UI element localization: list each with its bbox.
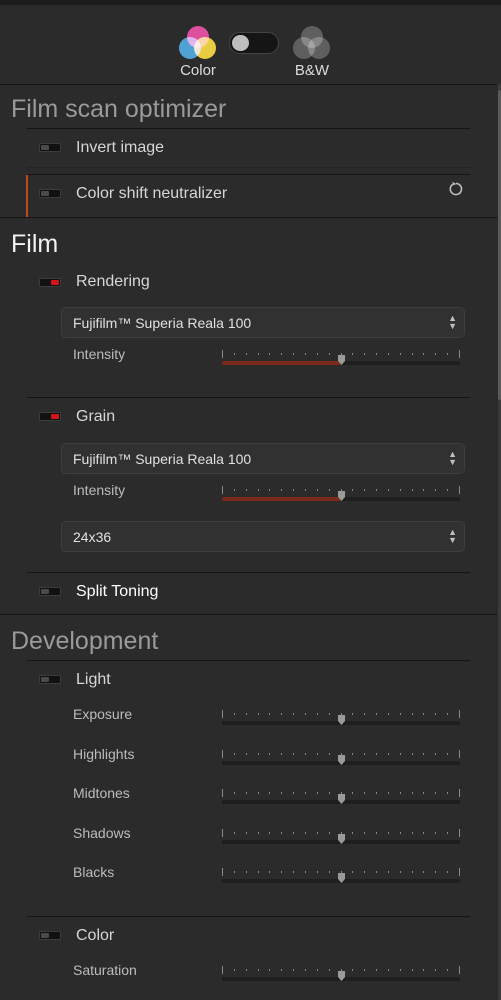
divider — [27, 572, 470, 573]
split-toning-label[interactable]: Split Toning — [76, 583, 158, 601]
active-accent-bar — [26, 175, 28, 217]
color-circles-icon — [179, 26, 217, 60]
color-toggle[interactable] — [39, 931, 61, 940]
exposure-label: Exposure — [73, 706, 133, 722]
slider-fill — [222, 361, 341, 365]
select-arrows-icon: ▲ ▼ — [448, 313, 457, 331]
grain-format-select[interactable]: 24x36 ▲ ▼ — [61, 521, 465, 552]
select-arrows-icon: ▲ ▼ — [448, 527, 457, 545]
section-title-development[interactable]: Development — [11, 627, 158, 656]
saturation-label: Saturation — [73, 962, 137, 978]
exposure-slider[interactable] — [222, 710, 460, 728]
color-mode-option[interactable]: Color — [168, 26, 228, 79]
divider — [27, 174, 470, 175]
color-shift-neutralizer-toggle[interactable] — [39, 189, 61, 198]
rendering-toggle[interactable] — [39, 278, 61, 287]
grain-format-value: 24x36 — [73, 529, 112, 545]
grain-film-value: Fujifilm™ Superia Reala 100 — [73, 451, 252, 467]
divider — [27, 167, 470, 168]
rendering-intensity-slider[interactable] — [222, 350, 460, 368]
shadows-label: Shadows — [73, 825, 131, 841]
divider — [0, 84, 497, 85]
color-label[interactable]: Color — [76, 927, 114, 945]
color-mode-label: Color — [180, 62, 216, 79]
light-toggle[interactable] — [39, 675, 61, 684]
invert-image-toggle[interactable] — [39, 143, 61, 152]
rendering-intensity-label: Intensity — [73, 346, 126, 362]
grain-intensity-label: Intensity — [73, 482, 126, 498]
mode-switch: Color B&W — [0, 22, 501, 84]
blacks-label: Blacks — [73, 864, 115, 880]
divider — [27, 916, 470, 917]
rendering-label[interactable]: Rendering — [76, 273, 150, 291]
midtones-slider[interactable] — [222, 789, 460, 807]
divider — [0, 614, 497, 615]
section-title-film-scan-optimizer[interactable]: Film scan optimizer — [11, 95, 226, 124]
reset-icon[interactable] — [448, 181, 464, 197]
highlights-slider[interactable] — [222, 750, 460, 768]
section-title-film[interactable]: Film — [11, 230, 58, 259]
divider — [27, 128, 470, 129]
midtones-label: Midtones — [73, 785, 130, 801]
grain-intensity-slider[interactable] — [222, 486, 460, 504]
saturation-slider[interactable] — [222, 966, 460, 984]
divider — [0, 217, 497, 218]
light-label[interactable]: Light — [76, 671, 111, 689]
select-arrows-icon: ▲ ▼ — [448, 449, 457, 467]
top-strip — [0, 0, 501, 5]
color-bw-toggle[interactable] — [229, 32, 279, 54]
slider-fill — [222, 497, 341, 501]
blacks-slider[interactable] — [222, 868, 460, 886]
grain-label[interactable]: Grain — [76, 408, 115, 426]
bw-mode-label: B&W — [294, 62, 330, 79]
divider — [27, 397, 470, 398]
color-shift-neutralizer-label[interactable]: Color shift neutralizer — [76, 185, 227, 203]
toggle-knob — [232, 35, 249, 51]
rendering-film-value: Fujifilm™ Superia Reala 100 — [73, 315, 252, 331]
shadows-slider[interactable] — [222, 829, 460, 847]
bw-mode-option[interactable]: B&W — [282, 26, 342, 79]
rendering-film-select[interactable]: Fujifilm™ Superia Reala 100 ▲ ▼ — [61, 307, 465, 338]
highlights-label: Highlights — [73, 746, 135, 762]
grain-toggle[interactable] — [39, 412, 61, 421]
divider — [27, 660, 470, 661]
bw-circles-icon — [293, 26, 331, 60]
invert-image-label[interactable]: Invert image — [76, 139, 164, 157]
split-toning-toggle[interactable] — [39, 587, 61, 596]
grain-film-select[interactable]: Fujifilm™ Superia Reala 100 ▲ ▼ — [61, 443, 465, 474]
